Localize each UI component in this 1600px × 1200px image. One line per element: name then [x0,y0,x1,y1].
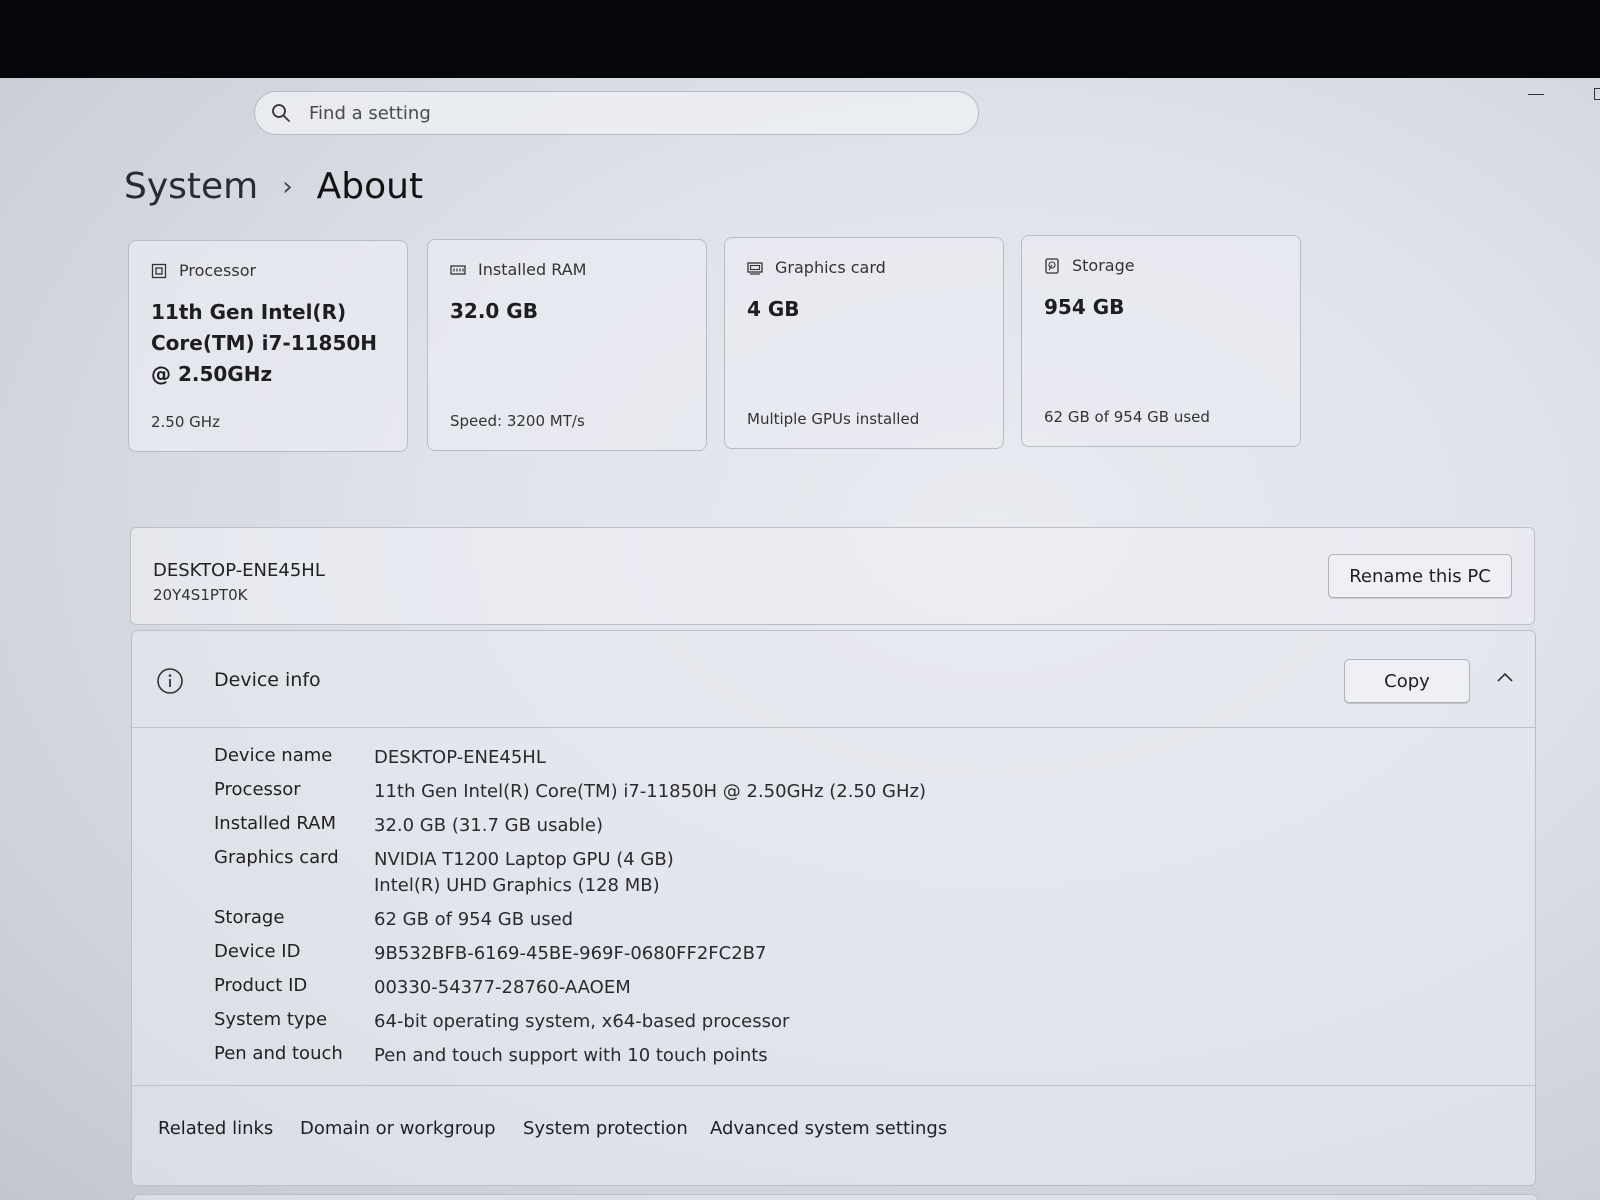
spec-row: Graphics card NVIDIA T1200 Laptop GPU (4… [214,847,1074,907]
gpu-icon [747,261,763,275]
processor-card: Processor 11th Gen Intel(R) Core(TM) i7-… [128,240,408,452]
pc-model: 20Y4S1PT0K [153,586,248,604]
breadcrumb: System › About [124,166,423,207]
spec-value: Pen and touch support with 10 touch poin… [374,1045,768,1066]
chevron-up-icon[interactable] [1496,671,1514,683]
spec-value: 62 GB of 954 GB used [374,909,574,930]
spec-label: Device name [214,745,333,766]
spec-label: Graphics card [214,847,339,868]
spec-value: 64-bit operating system, x64-based proce… [374,1011,790,1032]
storage-card-value: 954 GB [1044,295,1125,319]
spec-value: 11th Gen Intel(R) Core(TM) i7-11850H @ 2… [374,781,927,802]
ram-card-title: Installed RAM [478,260,587,279]
copy-button[interactable]: Copy [1344,659,1470,703]
storage-card: Storage 954 GB 62 GB of 954 GB used [1021,235,1301,447]
device-spec-list: Device name DESKTOP-ENE45HL Processor 11… [214,745,1074,1077]
storage-card-usage: 62 GB of 954 GB used [1044,408,1210,426]
related-links-title: Related links [158,1118,274,1139]
spec-row: Storage 62 GB of 954 GB used [214,907,1074,941]
breadcrumb-chevron-icon: › [282,171,293,202]
ram-card-value: 32.0 GB [450,299,538,323]
spec-row: Product ID 00330-54377-28760-AAOEM [214,975,1074,1009]
spec-label: Pen and touch [214,1043,343,1064]
ram-card-speed: Speed: 3200 MT/s [450,412,585,430]
screen-top-bezel [0,0,1600,82]
spec-row: Processor 11th Gen Intel(R) Core(TM) i7-… [214,779,1074,813]
spec-row: System type 64-bit operating system, x64… [214,1009,1074,1043]
page-title: About [316,166,424,207]
cpu-icon [151,263,167,278]
spec-label: Processor [214,779,301,800]
spec-label: System type [214,1009,328,1030]
spec-label: Product ID [214,975,308,996]
storage-icon [1045,257,1059,274]
search-icon [272,104,290,122]
device-info-panel: Device info Copy Device name DESKTOP-ENE… [131,630,1536,1186]
spec-label: Storage [214,907,285,928]
spec-value: 32.0 GB (31.7 GB usable) [374,815,603,836]
gpu-card-title: Graphics card [775,258,886,277]
next-panel [133,1194,1538,1200]
gpu-card-detail: Multiple GPUs installed [747,410,920,428]
device-info-title: Device info [214,669,321,691]
pc-name: DESKTOP-ENE45HL [153,560,325,581]
processor-card-speed: 2.50 GHz [151,413,220,431]
processor-card-value: 11th Gen Intel(R) Core(TM) i7-11850H @ 2… [151,300,378,386]
ram-card: Installed RAM 32.0 GB Speed: 3200 MT/s [427,239,707,451]
breadcrumb-system[interactable]: System [124,166,258,207]
minimize-button[interactable] [1528,94,1544,95]
system-protection-link[interactable]: System protection [523,1118,688,1139]
settings-window: System › About Processor 11th Gen Intel(… [0,78,1600,1200]
spec-row: Device ID 9B532BFB-6169-45BE-969F-0680FF… [214,941,1074,975]
spec-value: DESKTOP-ENE45HL [374,747,546,768]
memory-icon [450,264,466,275]
domain-workgroup-link[interactable]: Domain or workgroup [300,1118,496,1139]
search-input[interactable] [309,102,909,124]
spec-value: NVIDIA T1200 Laptop GPU (4 GB) Intel(R) … [374,849,674,896]
spec-row: Pen and touch Pen and touch support with… [214,1043,1074,1077]
processor-card-title: Processor [179,261,257,280]
maximize-button[interactable] [1594,88,1600,100]
pc-name-panel: DESKTOP-ENE45HL 20Y4S1PT0K Rename this P… [130,527,1535,625]
spec-row: Device name DESKTOP-ENE45HL [214,745,1074,779]
spec-value: 9B532BFB-6169-45BE-969F-0680FF2FC2B7 [374,943,767,964]
related-links-bar: Related links Domain or workgroup System… [132,1085,1535,1185]
spec-label: Device ID [214,941,301,962]
search-box[interactable] [254,91,979,135]
spec-row: Installed RAM 32.0 GB (31.7 GB usable) [214,813,1074,847]
gpu-card-value: 4 GB [747,297,800,321]
storage-card-title: Storage [1072,256,1135,275]
device-info-header[interactable]: Device info Copy [132,631,1535,728]
gpu-card: Graphics card 4 GB Multiple GPUs install… [724,237,1004,449]
info-icon [157,668,183,694]
spec-value: 00330-54377-28760-AAOEM [374,977,631,998]
spec-label: Installed RAM [214,813,337,834]
advanced-system-settings-link[interactable]: Advanced system settings [710,1118,947,1139]
rename-pc-button[interactable]: Rename this PC [1328,554,1512,598]
